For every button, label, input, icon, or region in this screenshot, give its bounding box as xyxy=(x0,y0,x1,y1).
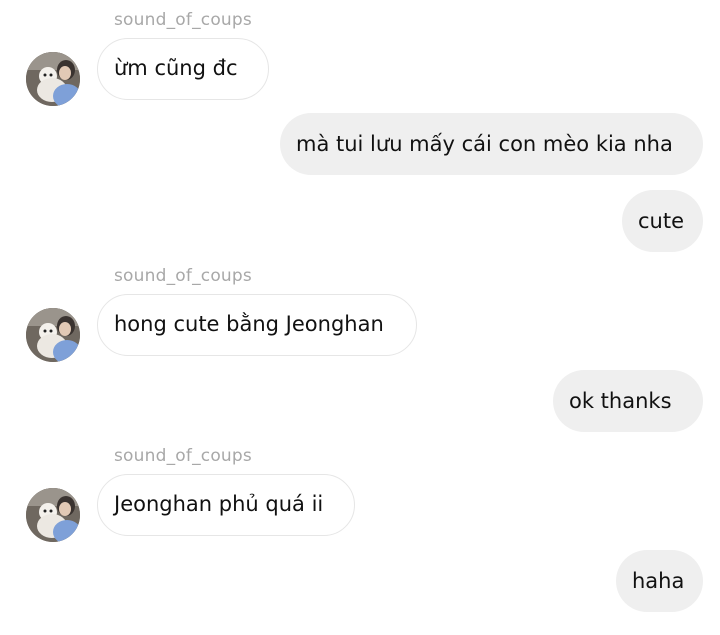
message-text: mà tui lưu mấy cái con mèo kia nha xyxy=(296,132,673,156)
incoming-message-bubble[interactable]: ừm cũng đc xyxy=(97,38,269,100)
sender-name: sound_of_coups xyxy=(114,266,252,286)
avatar[interactable] xyxy=(26,488,80,542)
sender-name: sound_of_coups xyxy=(114,10,252,30)
outgoing-message-bubble[interactable]: ok thanks xyxy=(553,370,703,432)
avatar[interactable] xyxy=(26,52,80,106)
sender-name: sound_of_coups xyxy=(114,446,252,466)
message-text: hong cute bằng Jeonghan xyxy=(114,312,384,336)
outgoing-message-bubble[interactable]: cute xyxy=(622,190,703,252)
incoming-message-bubble[interactable]: Jeonghan phủ quá ii xyxy=(97,474,355,536)
user-photo-avatar-icon xyxy=(26,52,80,106)
outgoing-message-bubble[interactable]: mà tui lưu mấy cái con mèo kia nha xyxy=(280,113,703,175)
user-photo-avatar-icon xyxy=(26,308,80,362)
user-photo-avatar-icon xyxy=(26,488,80,542)
message-text: Jeonghan phủ quá ii xyxy=(114,492,324,516)
outgoing-message-bubble[interactable]: haha xyxy=(616,550,703,612)
avatar[interactable] xyxy=(26,308,80,362)
incoming-message-bubble[interactable]: hong cute bằng Jeonghan xyxy=(97,294,417,356)
message-text: cute xyxy=(638,209,685,233)
message-text: ok thanks xyxy=(569,389,672,413)
message-text: ừm cũng đc xyxy=(114,56,238,80)
message-text: haha xyxy=(632,569,685,593)
